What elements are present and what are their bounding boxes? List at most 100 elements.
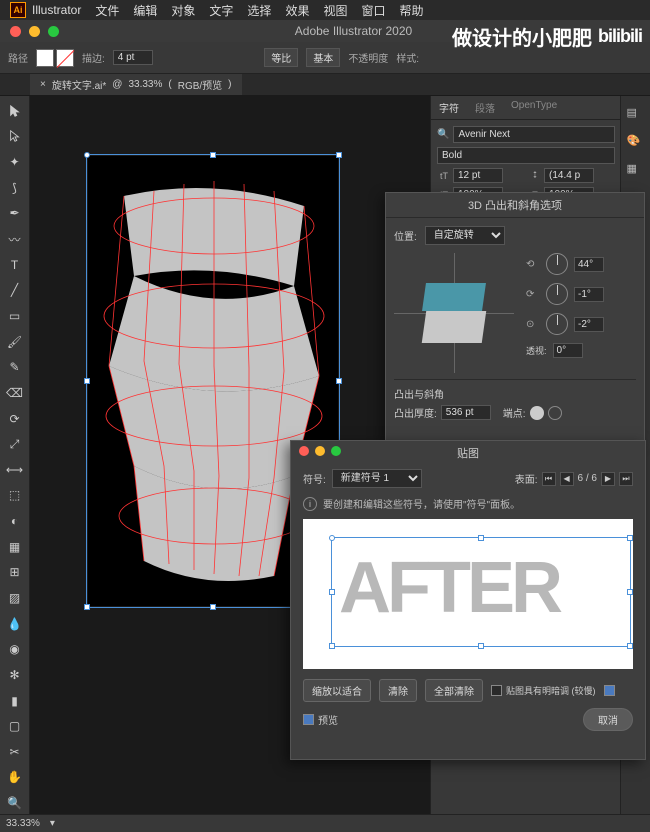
position-select[interactable]: 自定旋转	[425, 226, 505, 245]
close-window-icon[interactable]	[10, 26, 21, 37]
paintbrush-tool[interactable]: 🖌	[4, 331, 26, 353]
perspective-grid-tool[interactable]: ▦	[4, 536, 26, 558]
gradient-tool[interactable]: ▨	[4, 587, 26, 609]
menu-file[interactable]: 文件	[95, 2, 119, 19]
tab-opentype[interactable]: OpenType	[503, 96, 565, 119]
swatches-panel-icon[interactable]: ▦	[627, 162, 645, 180]
menu-effect[interactable]: 效果	[285, 2, 309, 19]
map-art-preview[interactable]: AFTER	[303, 519, 633, 669]
app-menu[interactable]: Ai Illustrator	[10, 2, 81, 18]
z-rotation-dial[interactable]	[546, 313, 568, 335]
slice-tool[interactable]: ✂	[4, 741, 26, 763]
cancel-button[interactable]: 取消	[583, 708, 633, 731]
x-rotation-input[interactable]	[574, 257, 604, 272]
eyedropper-tool[interactable]: 💧	[4, 613, 26, 635]
first-surface-button[interactable]: ⏮	[542, 472, 556, 486]
line-tool[interactable]: ╱	[4, 279, 26, 301]
width-tool[interactable]: ⟷	[4, 459, 26, 481]
type-tool[interactable]: T	[4, 254, 26, 276]
minimize-window-icon[interactable]	[29, 26, 40, 37]
rotate-x-icon: ⟲	[526, 259, 540, 270]
zoom-dropdown-icon[interactable]: ▾	[50, 818, 55, 829]
curvature-tool[interactable]: 〰	[4, 228, 26, 250]
zoom-tool[interactable]: 🔍	[4, 792, 26, 814]
tab-character[interactable]: 字符	[431, 96, 467, 119]
menu-window[interactable]: 窗口	[361, 2, 385, 19]
menu-edit[interactable]: 编辑	[133, 2, 157, 19]
selection-tool[interactable]	[4, 100, 26, 122]
z-rotation-input[interactable]	[574, 317, 604, 332]
shade-label: 贴图具有明暗调 (较慢)	[506, 684, 596, 697]
next-surface-button[interactable]: ▶	[601, 472, 615, 486]
y-rotation-dial[interactable]	[546, 283, 568, 305]
zoom-level[interactable]: 33.33%	[6, 818, 40, 829]
menu-help[interactable]: 帮助	[399, 2, 423, 19]
tab-paragraph[interactable]: 段落	[467, 96, 503, 119]
font-family-input[interactable]	[453, 126, 615, 143]
shape-builder-tool[interactable]: ◐	[4, 510, 26, 532]
menu-select[interactable]: 选择	[247, 2, 271, 19]
shaper-tool[interactable]: ✎	[4, 356, 26, 378]
menu-object[interactable]: 对象	[171, 2, 195, 19]
leading-input[interactable]	[544, 168, 594, 183]
perspective-label: 透视:	[526, 344, 547, 357]
cap-off-icon[interactable]	[548, 406, 562, 420]
blend-tool[interactable]: ◉	[4, 638, 26, 660]
last-surface-button[interactable]: ⏭	[619, 472, 633, 486]
stroke-swatch[interactable]	[56, 49, 74, 67]
properties-panel-icon[interactable]: ▤	[627, 106, 645, 124]
font-weight-input[interactable]	[437, 147, 615, 164]
artboard-tool[interactable]: ▢	[4, 715, 26, 737]
dialog-minimize-icon[interactable]	[315, 446, 325, 456]
shade-artwork-checkbox[interactable]: 贴图具有明暗调 (较慢)	[491, 684, 596, 697]
symbol-bounding-box[interactable]	[331, 537, 631, 647]
cap-on-icon[interactable]	[530, 406, 544, 420]
invisible-geometry-checkbox[interactable]	[604, 685, 615, 696]
hand-tool[interactable]: ✋	[4, 767, 26, 789]
stroke-width-input[interactable]	[113, 50, 153, 65]
surface-counter: 6 / 6	[578, 473, 597, 484]
prev-surface-button[interactable]: ◀	[560, 472, 574, 486]
lasso-tool[interactable]: ⟆	[4, 177, 26, 199]
zoom-window-icon[interactable]	[48, 26, 59, 37]
variable-width-profile[interactable]: 等比	[264, 48, 298, 67]
document-tabs: × 旋转文字.ai* @ 33.33% (RGB/预览)	[0, 74, 650, 96]
extrude-depth-input[interactable]	[441, 405, 491, 420]
fill-stroke-swatches[interactable]	[36, 49, 74, 67]
perspective-input[interactable]	[553, 343, 583, 358]
dialog-close-icon[interactable]	[299, 446, 309, 456]
rotate-tool[interactable]: ⟳	[4, 408, 26, 430]
mesh-tool[interactable]: ⊞	[4, 562, 26, 584]
color-panel-icon[interactable]: 🎨	[627, 134, 645, 152]
preview-checkbox[interactable]: 预览	[303, 712, 338, 727]
symbol-label: 符号:	[303, 471, 326, 486]
brush-definition[interactable]: 基本	[306, 48, 340, 67]
symbol-select[interactable]: 新建符号 1	[332, 469, 422, 488]
menu-view[interactable]: 视图	[323, 2, 347, 19]
column-graph-tool[interactable]: ▮	[4, 690, 26, 712]
rotation-track-cube[interactable]	[394, 253, 514, 373]
illustrator-icon: Ai	[10, 2, 26, 18]
scale-to-fit-button[interactable]: 缩放以适合	[303, 679, 371, 702]
free-transform-tool[interactable]: ⬚	[4, 485, 26, 507]
document-tab[interactable]: × 旋转文字.ai* @ 33.33% (RGB/预览)	[30, 74, 242, 95]
close-tab-icon[interactable]: ×	[40, 79, 46, 90]
rotate-z-icon: ⊙	[526, 319, 540, 330]
fill-swatch[interactable]	[36, 49, 54, 67]
rotate-y-icon: ⟳	[526, 289, 540, 300]
scale-tool[interactable]: ⤢	[4, 433, 26, 455]
font-size-input[interactable]	[453, 168, 503, 183]
menu-type[interactable]: 文字	[209, 2, 233, 19]
y-rotation-input[interactable]	[574, 287, 604, 302]
eraser-tool[interactable]: ⌫	[4, 382, 26, 404]
dialog-zoom-icon[interactable]	[331, 446, 341, 456]
clear-all-button[interactable]: 全部清除	[425, 679, 483, 702]
direct-selection-tool[interactable]	[4, 126, 26, 148]
magic-wand-tool[interactable]: ✦	[4, 151, 26, 173]
pen-tool[interactable]: ✒	[4, 203, 26, 225]
rectangle-tool[interactable]: ▭	[4, 305, 26, 327]
cube-front-face	[422, 311, 486, 343]
symbol-sprayer-tool[interactable]: ✻	[4, 664, 26, 686]
clear-button[interactable]: 清除	[379, 679, 417, 702]
x-rotation-dial[interactable]	[546, 253, 568, 275]
